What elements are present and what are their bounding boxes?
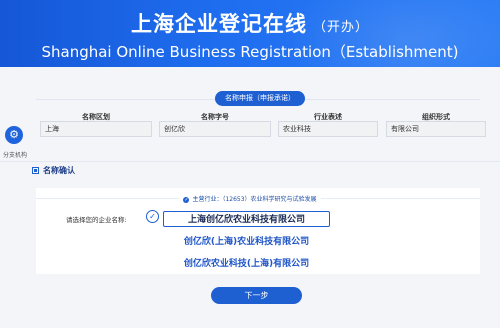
branch-label[interactable]: 分支机构 <box>1 150 29 159</box>
page-title-en: Shanghai Online Business Registration（Es… <box>41 43 459 61</box>
page-title: 上海企业登记在线 （开办） <box>0 8 500 38</box>
section-pill: 名称申报（申报承诺） <box>215 91 305 106</box>
section-marker-icon <box>32 167 39 174</box>
choose-name-label: 请选择您的企业名称: <box>66 216 127 224</box>
check-icon: ✓ <box>183 197 190 203</box>
industry-field[interactable]: 农业科技 <box>278 121 378 137</box>
name-option-2[interactable]: 创亿欣(上海)农业科技有限公司 <box>163 234 330 250</box>
divider <box>0 161 500 162</box>
name-option-3[interactable]: 创亿欣农业科技(上海)有限公司 <box>163 256 330 272</box>
next-button[interactable]: 下一步 <box>211 287 302 304</box>
header-banner: 上海企业登记在线 （开办） Shanghai Online Business Re… <box>0 0 500 67</box>
brand-field[interactable]: 创亿欣 <box>159 121 271 137</box>
confirm-heading: 名称确认 <box>32 165 75 176</box>
industry-text: 主营行业：（12653）农业科学研究与试验发展 <box>192 196 317 203</box>
title-main: 上海企业登记在线 <box>130 12 307 36</box>
selected-check-icon: ✓ <box>146 210 159 223</box>
confirm-title: 名称确认 <box>43 166 75 175</box>
region-field[interactable]: 上海 <box>40 121 152 137</box>
title-sub: （开办） <box>312 20 369 35</box>
org-form-field[interactable]: 有限公司 <box>386 121 486 137</box>
branch-icon[interactable]: ⚙ <box>5 126 23 144</box>
name-option-1[interactable]: 上海创亿欣农业科技有限公司 <box>163 211 330 227</box>
industry-info: ✓ 主营行业：（12653）农业科学研究与试验发展 <box>0 194 500 203</box>
